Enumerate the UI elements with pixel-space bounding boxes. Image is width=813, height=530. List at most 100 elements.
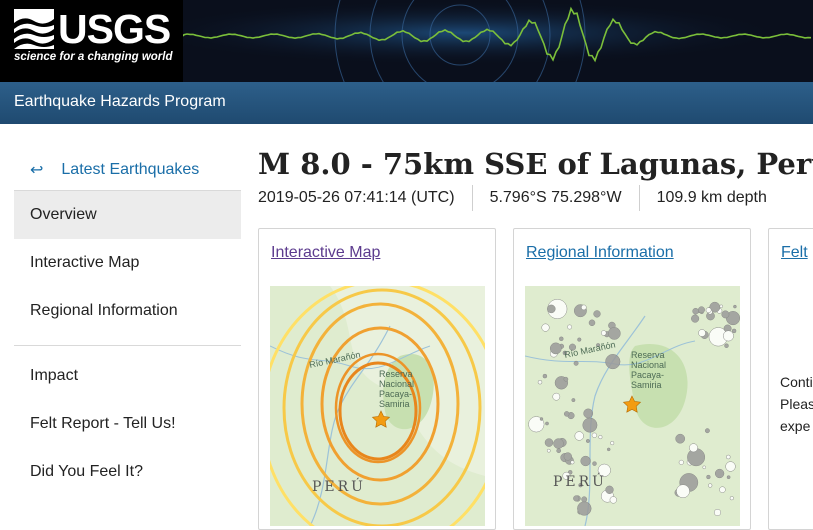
earthquake-dot bbox=[542, 373, 548, 379]
earthquake-dot bbox=[675, 433, 686, 444]
earthquake-dot bbox=[583, 408, 594, 419]
earthquake-dot bbox=[691, 314, 700, 323]
earthquake-dot bbox=[559, 336, 564, 342]
earthquake-dot bbox=[605, 354, 621, 370]
earthquake-dot bbox=[733, 304, 737, 309]
earthquake-dot bbox=[545, 421, 549, 426]
event-depth: 109.9 km depth bbox=[656, 189, 767, 206]
map-reserve-label: Nacional bbox=[631, 360, 666, 370]
usgs-logo[interactable]: USGS science for a changing world bbox=[0, 0, 183, 82]
event-time: 2019-05-26 07:41:14 (UTC) bbox=[258, 189, 455, 206]
usgs-banner: USGS science for a changing world bbox=[0, 0, 813, 82]
sidebar-item-overview[interactable]: Overview bbox=[14, 191, 241, 239]
earthquake-dot bbox=[546, 448, 551, 453]
earthquake-dot bbox=[593, 310, 601, 318]
earthquake-dot bbox=[708, 483, 713, 488]
earthquake-dot bbox=[606, 447, 611, 452]
earthquake-dot bbox=[563, 411, 570, 417]
earthquake-dot bbox=[553, 438, 564, 449]
earthquake-dot bbox=[721, 310, 730, 319]
earthquake-dot bbox=[607, 327, 621, 340]
earthquake-dot bbox=[698, 329, 706, 337]
earthquake-dot bbox=[714, 468, 725, 479]
earthquake-dot bbox=[577, 337, 582, 342]
regional-map-thumbnail[interactable]: Río Marañón Reserva Nacional Pacaya- Sam… bbox=[525, 286, 740, 526]
earthquake-dot bbox=[547, 304, 556, 314]
usgs-tagline: science for a changing world bbox=[14, 51, 173, 63]
earthquake-dot bbox=[588, 319, 596, 327]
earthquake-dot bbox=[544, 438, 554, 447]
latest-earthquakes-link[interactable]: ↩ Latest Earthquakes bbox=[14, 150, 241, 191]
earthquake-dot bbox=[574, 431, 584, 441]
interactive-map-card[interactable]: Interactive Map Río Marañón Reserva Naci… bbox=[258, 228, 496, 530]
earthquake-dot bbox=[698, 306, 705, 314]
earthquake-dot bbox=[705, 307, 712, 314]
earthquake-dot bbox=[571, 398, 576, 403]
regional-information-link[interactable]: Regional Information bbox=[526, 244, 674, 262]
map-reserve-label: Samiria bbox=[379, 399, 410, 409]
earthquake-dot bbox=[722, 330, 734, 342]
earthquake-dot bbox=[719, 304, 723, 309]
sidebar-item-impact[interactable]: Impact bbox=[14, 352, 241, 400]
felt-report-text: Conti Pleas expe bbox=[780, 371, 813, 437]
map-reserve-label: Nacional bbox=[379, 379, 414, 389]
earthquake-dot bbox=[549, 342, 562, 355]
earthquake-dot bbox=[580, 455, 591, 467]
sidebar-item-regional-information[interactable]: Regional Information bbox=[14, 287, 241, 335]
earthquake-dot bbox=[702, 465, 706, 470]
program-bar: Earthquake Hazards Program bbox=[0, 82, 813, 124]
event-sidebar: ↩ Latest Earthquakes Overview Interactiv… bbox=[14, 150, 241, 496]
map-reserve-label: Reserva bbox=[379, 369, 413, 379]
earthquake-dot bbox=[692, 307, 699, 315]
sidebar-item-did-you-feel-it[interactable]: Did You Feel It? bbox=[14, 448, 241, 496]
earthquake-dot bbox=[706, 474, 711, 480]
earthquake-dot bbox=[600, 330, 607, 336]
earthquake-dot bbox=[573, 495, 580, 502]
earthquake-dot bbox=[592, 461, 597, 466]
shakemap-thumbnail[interactable]: Río Marañón Reserva Nacional Pacaya- Sam… bbox=[270, 286, 485, 526]
earthquake-dot bbox=[676, 484, 690, 499]
earthquake-dot bbox=[563, 376, 569, 382]
program-title[interactable]: Earthquake Hazards Program bbox=[14, 93, 226, 111]
usgs-logo-text: USGS bbox=[58, 6, 171, 52]
earthquake-dot bbox=[573, 360, 579, 366]
earthquake-dot bbox=[582, 417, 598, 433]
event-meta: 2019-05-26 07:41:14 (UTC) 5.796°S 75.298… bbox=[258, 185, 767, 211]
earthquake-dot bbox=[609, 496, 617, 504]
map-country-label: PERÚ bbox=[312, 477, 366, 495]
earthquake-dot bbox=[598, 435, 603, 440]
felt-report-link[interactable]: Felt bbox=[781, 244, 808, 262]
earthquake-dot bbox=[678, 459, 684, 465]
earthquake-dot bbox=[689, 443, 698, 453]
meta-divider bbox=[638, 185, 640, 211]
map-reserve-label: Reserva bbox=[631, 350, 665, 360]
earthquake-dot bbox=[713, 508, 722, 517]
earthquake-dot bbox=[556, 448, 562, 454]
back-arrow-icon: ↩ bbox=[30, 162, 44, 179]
earthquake-dot bbox=[724, 343, 729, 348]
sidebar-item-interactive-map[interactable]: Interactive Map bbox=[14, 239, 241, 287]
interactive-map-link[interactable]: Interactive Map bbox=[271, 244, 380, 262]
map-country-label: PERÚ bbox=[553, 472, 607, 490]
earthquake-dot bbox=[726, 454, 731, 460]
felt-text-line: expe bbox=[780, 418, 811, 434]
felt-text-line: Conti bbox=[780, 374, 813, 390]
felt-report-card[interactable]: Felt Conti Pleas expe bbox=[768, 228, 813, 530]
usgs-wave-icon bbox=[14, 9, 54, 49]
latest-earthquakes-label: Latest Earthquakes bbox=[61, 161, 200, 178]
map-reserve-label: Pacaya- bbox=[379, 389, 412, 399]
earthquake-dot bbox=[585, 439, 590, 443]
regional-information-card[interactable]: Regional Information Río Marañón Reserva… bbox=[513, 228, 751, 530]
earthquake-dot bbox=[570, 460, 575, 465]
event-title: M 8.0 - 75km SSE of Lagunas, Peru bbox=[258, 147, 813, 181]
earthquake-dot bbox=[610, 441, 615, 446]
meta-divider bbox=[471, 185, 473, 211]
earthquake-dot bbox=[731, 328, 737, 334]
earthquake-dot bbox=[541, 323, 550, 332]
earthquake-dot bbox=[719, 486, 726, 493]
earthquake-dot bbox=[704, 428, 710, 434]
earthquake-dot bbox=[567, 324, 573, 330]
earthquake-dot bbox=[591, 432, 598, 438]
event-location: 5.796°S 75.298°W bbox=[489, 189, 622, 206]
sidebar-item-felt-report[interactable]: Felt Report - Tell Us! bbox=[14, 400, 241, 448]
